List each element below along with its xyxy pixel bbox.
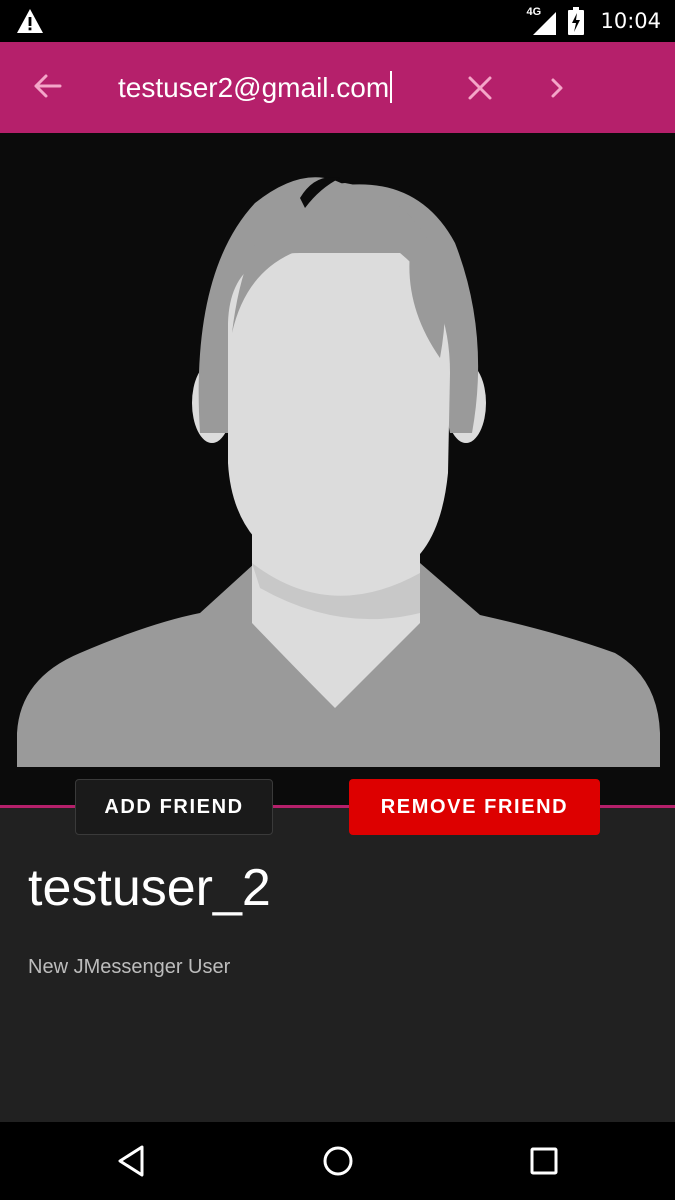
- search-toolbar: testuser2@gmail.com: [0, 42, 675, 133]
- status-indicators: 4G 10:04: [526, 0, 661, 42]
- system-nav-bar: [0, 1122, 675, 1200]
- add-friend-button[interactable]: ADD FRIEND: [75, 779, 273, 835]
- nav-home-icon[interactable]: [320, 1143, 356, 1179]
- default-person-avatar: [17, 177, 660, 767]
- arrow-back-icon[interactable]: [28, 66, 68, 106]
- clock: 10:04: [600, 9, 661, 33]
- profile-status: New JMessenger User: [28, 956, 231, 978]
- remove-friend-button[interactable]: REMOVE FRIEND: [349, 779, 600, 835]
- search-input-value: testuser2@gmail.com: [118, 72, 390, 103]
- warning-icon: [17, 9, 43, 33]
- status-bar: 4G 10:04: [0, 0, 675, 42]
- profile-photo: [0, 133, 675, 807]
- nav-back-icon[interactable]: [114, 1143, 150, 1179]
- nav-recents-icon[interactable]: [526, 1143, 562, 1179]
- remove-friend-label: REMOVE FRIEND: [380, 795, 569, 818]
- text-caret: [390, 71, 393, 103]
- chevron-right-icon[interactable]: [540, 68, 576, 108]
- battery-charging-icon: [568, 7, 585, 35]
- profile-username: testuser_2: [28, 859, 271, 917]
- add-friend-label: ADD FRIEND: [104, 795, 244, 818]
- search-input[interactable]: testuser2@gmail.com: [118, 64, 418, 112]
- close-icon[interactable]: [460, 68, 500, 108]
- signal-icon: 4G: [526, 6, 558, 36]
